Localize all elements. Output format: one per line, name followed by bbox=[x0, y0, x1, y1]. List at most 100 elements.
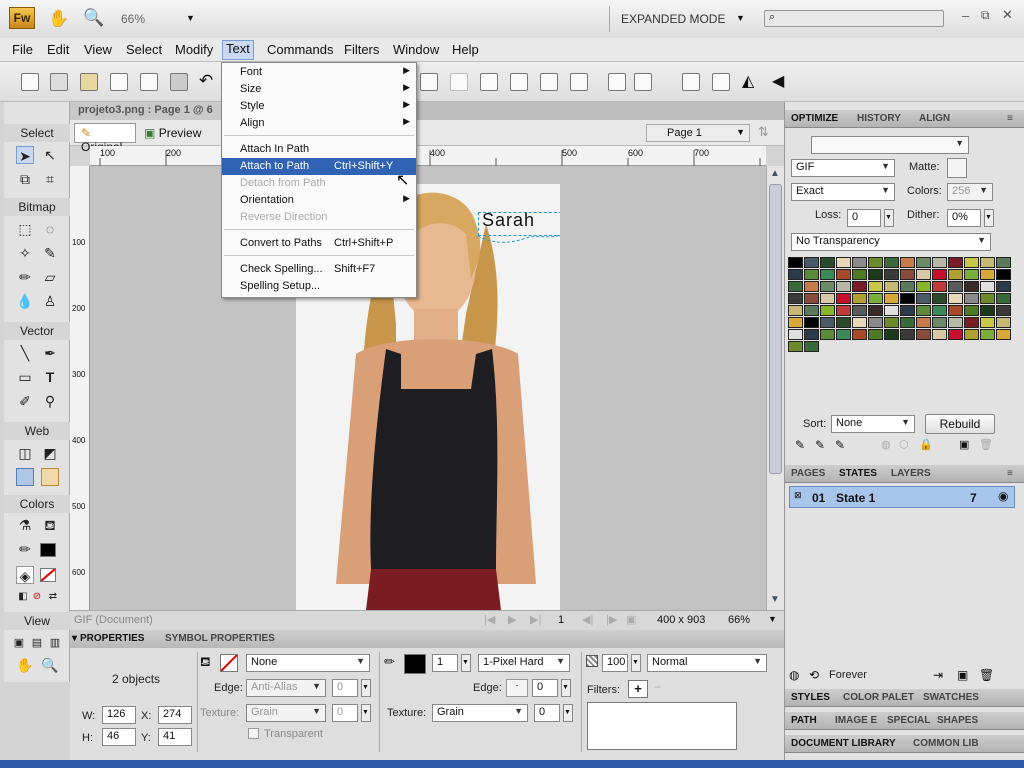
page-options-icon[interactable]: ⇅ bbox=[758, 124, 769, 140]
hand-tool-icon[interactable]: ✋ bbox=[16, 656, 34, 674]
color-swatch[interactable] bbox=[948, 293, 963, 304]
color-swatch[interactable] bbox=[836, 269, 851, 280]
color-swatch[interactable] bbox=[964, 317, 979, 328]
menu-edit[interactable]: Edit bbox=[47, 42, 69, 57]
eyedropper-tool-icon[interactable]: ⚗ bbox=[16, 516, 34, 534]
color-swatch[interactable] bbox=[980, 305, 995, 316]
menu-window[interactable]: Window bbox=[393, 42, 439, 57]
transparency-select[interactable]: No Transparency ▼ bbox=[791, 233, 991, 251]
search-input[interactable]: ⌕ bbox=[764, 10, 944, 27]
fill-type-select[interactable]: None ▼ bbox=[246, 654, 370, 672]
opacity-input[interactable]: 100 bbox=[602, 654, 628, 672]
color-swatch[interactable] bbox=[996, 317, 1011, 328]
color-swatch[interactable] bbox=[996, 305, 1011, 316]
color-swatch[interactable] bbox=[932, 281, 947, 292]
ungroup-icon[interactable] bbox=[450, 73, 468, 91]
menu-help[interactable]: Help bbox=[452, 42, 479, 57]
new-state-icon[interactable]: ▣ bbox=[957, 668, 968, 682]
color-swatch[interactable] bbox=[836, 281, 851, 292]
color-swatch[interactable] bbox=[948, 317, 963, 328]
texture-amount-input[interactable]: 0 bbox=[332, 704, 358, 722]
color-swatch[interactable] bbox=[884, 293, 899, 304]
stroke-color-swatch[interactable] bbox=[40, 543, 56, 557]
blur-tool-icon[interactable]: 💧 bbox=[16, 292, 34, 310]
restore-icon[interactable]: ⧉ bbox=[981, 8, 990, 23]
filters-list[interactable] bbox=[587, 702, 737, 750]
flip-horizontal-icon[interactable]: ◭ bbox=[742, 71, 754, 91]
lasso-tool-icon[interactable]: ◌ bbox=[41, 220, 59, 238]
width-input[interactable]: 126 bbox=[102, 706, 136, 724]
open-icon[interactable] bbox=[80, 73, 98, 91]
send-back-icon[interactable] bbox=[570, 73, 588, 91]
matte-color-box[interactable] bbox=[947, 158, 967, 178]
stroke-edge-arrow-icon[interactable]: ▼ bbox=[561, 679, 571, 697]
split-icon[interactable] bbox=[510, 73, 528, 91]
color-swatch[interactable] bbox=[868, 293, 883, 304]
color-swatch[interactable] bbox=[820, 305, 835, 316]
workspace-mode[interactable]: EXPANDED MODE bbox=[621, 12, 725, 26]
edit-color-icon[interactable]: ✎ bbox=[795, 438, 805, 452]
color-swatch[interactable] bbox=[804, 305, 819, 316]
color-swatch[interactable] bbox=[836, 257, 851, 268]
scroll-thumb[interactable] bbox=[769, 184, 782, 474]
palette-select[interactable]: Exact ▼ bbox=[791, 183, 895, 201]
preview-view-tab[interactable]: ▣ Preview bbox=[144, 126, 201, 140]
zoom-level[interactable]: 66% bbox=[121, 12, 145, 26]
colors-select[interactable]: 256 ▼ bbox=[947, 183, 993, 201]
eraser-tool-icon[interactable]: ▱ bbox=[41, 268, 59, 286]
edge-amount-input[interactable]: 0 bbox=[332, 679, 358, 697]
bring-front-icon[interactable] bbox=[540, 73, 558, 91]
brush-tool-icon[interactable]: ✎ bbox=[41, 244, 59, 262]
color-swatch[interactable] bbox=[820, 281, 835, 292]
hotspot-tool-icon[interactable]: ◫ bbox=[16, 444, 34, 462]
color-swatch[interactable] bbox=[788, 341, 803, 352]
zoom-tool-icon[interactable]: 🔍 bbox=[41, 656, 59, 674]
texture-select[interactable]: Grain ▼ bbox=[246, 704, 326, 722]
color-swatch[interactable] bbox=[884, 317, 899, 328]
color-swatch[interactable] bbox=[804, 281, 819, 292]
menu-commands[interactable]: Commands bbox=[267, 42, 333, 57]
show-slices-icon[interactable] bbox=[41, 468, 59, 486]
loss-arrow-icon[interactable]: ▼ bbox=[884, 209, 894, 227]
distribute-to-states-icon[interactable]: ⇥ bbox=[933, 668, 943, 682]
tab-layers[interactable]: LAYERS bbox=[891, 468, 931, 479]
full-screen-menus-icon[interactable]: ▤ bbox=[28, 634, 46, 652]
standard-screen-icon[interactable]: ▣ bbox=[10, 634, 28, 652]
color-swatch[interactable] bbox=[980, 257, 995, 268]
tab-properties[interactable]: PROPERTIES bbox=[80, 633, 144, 644]
paint-bucket-tool-icon[interactable]: ⛾ bbox=[41, 516, 59, 534]
tab-optimize[interactable]: OPTIMIZE bbox=[791, 113, 838, 124]
menu-item-convert-to-paths[interactable]: Convert to Paths Ctrl+Shift+P bbox=[222, 235, 416, 252]
stop-icon[interactable]: ▣ bbox=[626, 613, 636, 626]
color-swatch[interactable] bbox=[916, 281, 931, 292]
menu-item-size[interactable]: Size ▶ bbox=[222, 81, 416, 98]
color-swatch[interactable] bbox=[900, 329, 915, 340]
swap-colors-icon[interactable]: ⇄ bbox=[44, 588, 62, 606]
color-swatch[interactable] bbox=[852, 329, 867, 340]
hand-icon[interactable]: ✋ bbox=[48, 9, 69, 29]
color-swatch[interactable] bbox=[820, 257, 835, 268]
stroke-texture-select[interactable]: Grain ▼ bbox=[432, 704, 528, 722]
magic-wand-tool-icon[interactable]: ✧ bbox=[16, 244, 34, 262]
color-swatch[interactable] bbox=[836, 305, 851, 316]
fill-none-swatch[interactable] bbox=[40, 568, 56, 582]
page-select[interactable]: Page 1 ▼ bbox=[646, 124, 750, 142]
tab-swatches[interactable]: SWATCHES bbox=[923, 692, 979, 703]
menu-file[interactable]: File bbox=[12, 42, 33, 57]
color-swatch[interactable] bbox=[948, 329, 963, 340]
color-swatch[interactable] bbox=[852, 293, 867, 304]
color-swatch[interactable] bbox=[820, 293, 835, 304]
tab-color-palette[interactable]: COLOR PALET bbox=[843, 692, 914, 703]
height-input[interactable]: 46 bbox=[102, 728, 136, 746]
mode-dropdown-arrow[interactable]: ▼ bbox=[736, 13, 745, 23]
rubber-stamp-tool-icon[interactable]: ♙ bbox=[41, 292, 59, 310]
play-icon[interactable]: ▶ bbox=[508, 613, 516, 626]
stroke-edge-input[interactable]: 0 bbox=[532, 679, 558, 697]
tab-path[interactable]: PATH bbox=[791, 715, 817, 726]
color-swatch[interactable] bbox=[948, 269, 963, 280]
sort-select[interactable]: None ▼ bbox=[831, 415, 915, 433]
color-swatch[interactable] bbox=[932, 269, 947, 280]
edge-select[interactable]: Anti-Alias ▼ bbox=[246, 679, 326, 697]
state-export-icon[interactable]: ◉ bbox=[998, 489, 1008, 503]
color-swatch[interactable] bbox=[932, 257, 947, 268]
